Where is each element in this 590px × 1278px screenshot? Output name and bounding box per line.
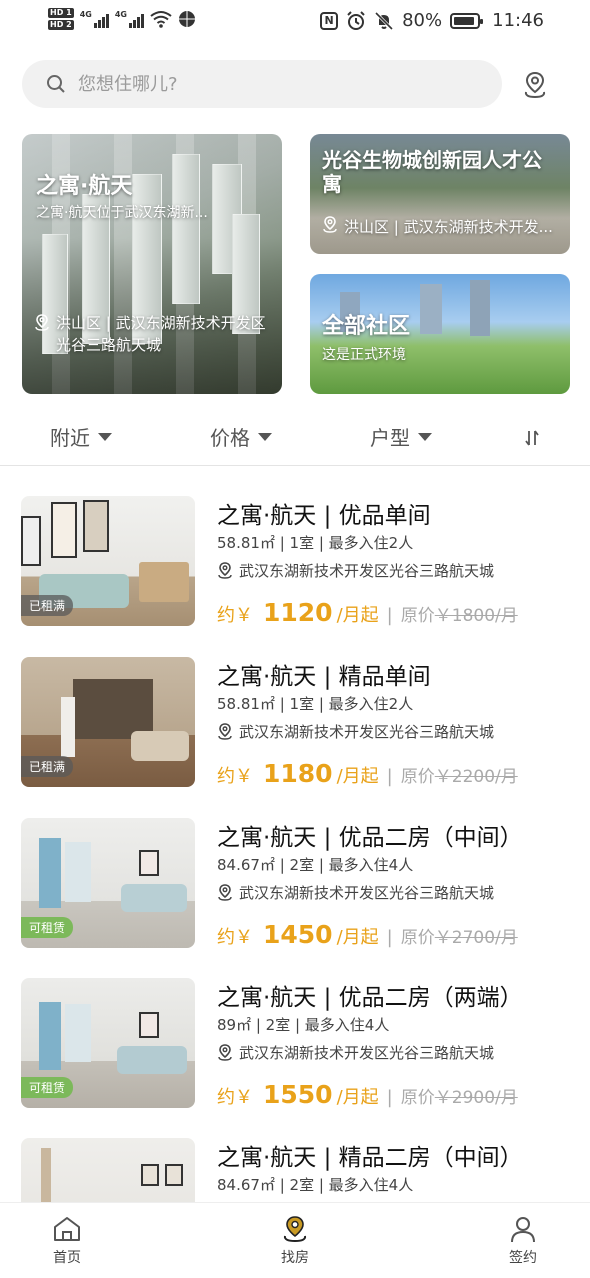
user-icon [511,1217,535,1243]
search-icon [47,75,65,93]
listing-price: 约￥ 1450 /月起 | 原价 ￥2700/月 [217,920,518,949]
basketball-icon [178,11,195,27]
signal-1-icon: 4G [80,10,109,28]
banner-title: 之寓·航天 [36,174,133,199]
tab-home[interactable]: 首页 [27,1215,107,1267]
location-pin-icon [35,314,49,331]
listing-address: 武汉东湖新技术开发区光谷三路航天城 [217,560,494,581]
price-value: 1120 [263,598,333,627]
sort-icon[interactable] [522,428,542,448]
price-value: 1550 [263,1080,333,1109]
banner-title: 全部社区 [322,314,411,339]
battery-icon [450,12,484,29]
banner-subtitle: 之寓·航天位于武汉东湖新... [36,205,208,221]
mute-bell-icon [375,11,394,30]
status-right: N 80% 11:46 [320,10,544,31]
filter-price[interactable]: 价格 [210,422,272,451]
banner-title: 光谷生物城创新园人才公寓 [322,148,542,196]
listing-item[interactable]: 可租赁 之寓·航天 | 优品二房（两端） 89㎡ | 2室 | 最多入住4人 武… [0,978,590,1118]
price-value: 1180 [263,759,333,788]
location-pin-icon [218,561,232,579]
filter-layout[interactable]: 户型 [370,422,432,451]
banner-address: 洪山区 | 武汉东湖新技术开发区光谷三路航天城 [34,312,274,356]
listing-item[interactable]: 已租满 之寓·航天 | 精品单间 58.81㎡ | 1室 | 最多入住2人 武汉… [0,657,590,797]
listing-meta: 89㎡ | 2室 | 最多入住4人 [217,1016,390,1034]
listing-meta: 58.81㎡ | 1室 | 最多入住2人 [217,695,414,713]
listing-title: 之寓·航天 | 优品二房（两端） [217,985,523,1011]
status-left: HD 1 HD 2 4G 4G [48,8,196,30]
banner-address: 洪山区 | 武汉东湖新技术开发... [322,216,562,237]
chevron-down-icon [418,432,432,441]
original-price: ￥2200/月 [434,767,518,787]
listing-address: 武汉东湖新技术开发区光谷三路航天城 [217,721,494,742]
listing-item[interactable]: 之寓·航天 | 精品二房（中间） 84.67㎡ | 2室 | 最多入住4人 [0,1138,590,1202]
listing-price: 约￥ 1120 /月起 | 原价 ￥1800/月 [217,598,518,627]
original-price: ￥1800/月 [434,606,518,626]
listing-price: 约￥ 1550 /月起 | 原价 ￥2900/月 [217,1080,518,1109]
status-badge: 已租满 [21,595,74,616]
chevron-down-icon [98,432,112,441]
nfc-icon: N [320,11,339,30]
status-bar: HD 1 HD 2 4G 4G N 80% 11:46 [0,0,590,46]
signal-2-icon: 4G [115,10,144,28]
location-pin-icon [323,216,337,233]
search-bar[interactable] [22,60,502,108]
listing-price: 约￥ 1180 /月起 | 原价 ￥2200/月 [217,759,518,788]
battery-percent: 80% [402,10,443,31]
hd2-badge: HD 2 [48,20,74,30]
location-pin-active-icon [283,1216,307,1243]
hd-badges: HD 1 HD 2 [48,8,74,30]
tab-sign[interactable]: 签约 [483,1215,563,1267]
location-pin-icon [218,722,232,740]
search-input[interactable] [78,73,458,95]
filter-nearby[interactable]: 附近 [50,422,112,451]
listing-title: 之寓·航天 | 优品二房（中间） [217,825,523,851]
location-pin-icon [218,883,232,901]
listing-photo: 已租满 [21,496,195,626]
map-location-icon[interactable] [520,70,550,100]
tab-find-home[interactable]: 找房 [255,1215,335,1267]
status-badge: 已租满 [21,756,74,777]
listing-meta: 84.67㎡ | 2室 | 最多入住4人 [217,856,414,874]
original-price: ￥2900/月 [434,1088,518,1108]
listing-title: 之寓·航天 | 精品二房（中间） [217,1145,523,1171]
chevron-down-icon [258,432,272,441]
banner-subtitle: 这是正式环境 [322,347,406,363]
listing-meta: 58.81㎡ | 1室 | 最多入住2人 [217,534,414,552]
listing-photo: 可租赁 [21,978,195,1108]
price-value: 1450 [263,920,333,949]
listing-photo: 已租满 [21,657,195,787]
listing-item[interactable]: 可租赁 之寓·航天 | 优品二房（中间） 84.67㎡ | 2室 | 最多入住4… [0,818,590,958]
alarm-icon [347,10,365,30]
wifi-icon [150,11,172,28]
listing-meta: 84.67㎡ | 2室 | 最多入住4人 [217,1176,414,1194]
listing-address: 武汉东湖新技术开发区光谷三路航天城 [217,882,494,903]
original-price: ￥2700/月 [434,928,518,948]
location-pin-icon [218,1043,232,1061]
filter-bar: 附近 价格 户型 [0,408,590,466]
banner-all-communities[interactable]: 全部社区 这是正式环境 [310,274,570,394]
bottom-tab-bar: 首页 找房 签约 [0,1202,590,1278]
listing-photo [21,1138,195,1202]
listing-photo: 可租赁 [21,818,195,948]
status-badge: 可租赁 [21,917,74,938]
status-badge: 可租赁 [21,1077,74,1098]
listing-item[interactable]: 已租满 之寓·航天 | 优品单间 58.81㎡ | 1室 | 最多入住2人 武汉… [0,496,590,636]
listing-title: 之寓·航天 | 精品单间 [217,664,431,690]
home-icon [54,1217,80,1241]
listing-address: 武汉东湖新技术开发区光谷三路航天城 [217,1042,494,1063]
clock: 11:46 [492,10,544,31]
hd1-badge: HD 1 [48,8,74,18]
banner-biotech-talent-apartment[interactable]: 光谷生物城创新园人才公寓 洪山区 | 武汉东湖新技术开发... [310,134,570,254]
banner-zhiyu-hangtian[interactable]: 之寓·航天 之寓·航天位于武汉东湖新... 洪山区 | 武汉东湖新技术开发区光谷… [22,134,282,394]
listing-title: 之寓·航天 | 优品单间 [217,503,431,529]
